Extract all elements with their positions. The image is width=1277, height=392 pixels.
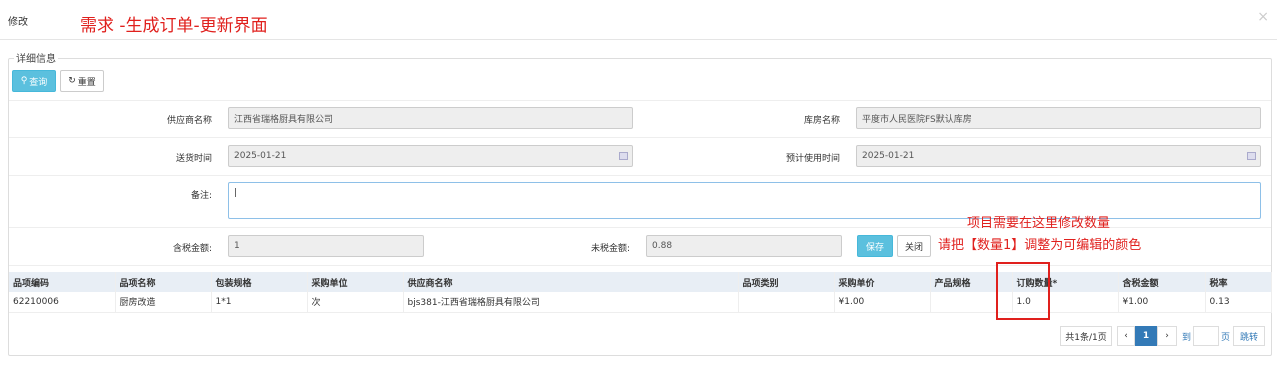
column-header[interactable]: 采购单价: [834, 272, 931, 292]
delivery-time-value: 2025-01-21: [234, 151, 287, 161]
column-header[interactable]: 采购单位: [307, 272, 404, 292]
modal-title: 修改: [8, 17, 28, 28]
remark-label: 备注:: [190, 191, 212, 201]
expected-use-field[interactable]: 2025-01-21: [856, 145, 1261, 167]
tax-included-label: 含税金额:: [172, 244, 212, 254]
modal-header: 修改 需求 -生成订单-更新界面 ×: [0, 0, 1277, 40]
close-button[interactable]: 关闭: [897, 235, 931, 257]
goto-prefix: 到: [1182, 333, 1192, 343]
next-page-button[interactable]: ›: [1157, 326, 1177, 346]
delivery-time-label: 送货时间: [175, 154, 212, 164]
pagination-summary: 共1条/1页: [1060, 326, 1112, 346]
column-header[interactable]: 供应商名称: [403, 272, 739, 292]
tax-included-field[interactable]: 1: [228, 235, 424, 257]
table-cell: ¥1.00: [834, 292, 931, 313]
expected-use-label: 预计使用时间: [785, 154, 840, 164]
table-cell: 1*1: [211, 292, 308, 313]
column-header[interactable]: 品项名称: [115, 272, 212, 292]
search-icon: ⚲: [20, 76, 28, 86]
items-table: 品项编码 品项名称 包装规格 采购单位 供应商名称 品项类别 采购单价 产品规格…: [9, 272, 1272, 313]
refresh-icon: ↻: [68, 76, 76, 86]
table-cell: [738, 292, 835, 313]
calendar-icon[interactable]: [619, 152, 628, 160]
requirement-title: 需求 -生成订单-更新界面: [80, 16, 268, 36]
column-header[interactable]: 包装规格: [211, 272, 308, 292]
warehouse-field[interactable]: 平度市人民医院FS默认库房: [856, 107, 1261, 129]
fieldset-legend: 详细信息: [14, 50, 58, 65]
warehouse-label: 库房名称: [803, 116, 840, 126]
table-cell: 厨房改造: [115, 292, 212, 313]
page-1-button[interactable]: 1: [1135, 326, 1157, 346]
prev-page-button[interactable]: ‹: [1117, 326, 1135, 346]
table-cell: 62210006: [9, 292, 116, 313]
column-header[interactable]: 品项编码: [9, 272, 116, 292]
reset-button-label: 重置: [77, 77, 96, 88]
close-icon[interactable]: ×: [1257, 9, 1269, 25]
delivery-time-field[interactable]: 2025-01-21: [228, 145, 633, 167]
table-cell: 0.13: [1205, 292, 1272, 313]
annotation-line-1: 项目需要在这里修改数量: [967, 216, 1111, 231]
table-header-row: 品项编码 品项名称 包装规格 采购单位 供应商名称 品项类别 采购单价 产品规格…: [9, 272, 1272, 292]
query-button-label: 查询: [29, 77, 48, 88]
expected-use-value: 2025-01-21: [862, 151, 915, 161]
tax-excluded-field[interactable]: 0.88: [646, 235, 842, 257]
table-row[interactable]: 62210006 厨房改造 1*1 次 bjs381-江西省瑞格厨具有限公司 ¥…: [9, 292, 1272, 313]
column-header[interactable]: 税率: [1205, 272, 1272, 292]
tax-excluded-label: 未税金额:: [590, 244, 630, 254]
table-cell: 次: [307, 292, 404, 313]
annotation-line-2: 请把【数量1】调整为可编辑的颜色: [938, 238, 1142, 253]
supplier-field[interactable]: 江西省瑞格厨具有限公司: [228, 107, 633, 129]
query-button[interactable]: ⚲ 查询: [12, 70, 56, 92]
goto-suffix: 页: [1221, 333, 1231, 343]
table-cell: ¥1.00: [1118, 292, 1206, 313]
goto-page-input[interactable]: [1193, 326, 1219, 346]
calendar-icon[interactable]: [1247, 152, 1256, 160]
supplier-label: 供应商名称: [166, 116, 212, 126]
save-button[interactable]: 保存: [857, 235, 893, 257]
highlight-box: [996, 262, 1050, 320]
column-header[interactable]: 含税金额: [1118, 272, 1206, 292]
reset-button[interactable]: ↻ 重置: [60, 70, 104, 92]
table-cell: bjs381-江西省瑞格厨具有限公司: [403, 292, 739, 313]
jump-button[interactable]: 跳转: [1233, 326, 1265, 346]
column-header[interactable]: 品项类别: [738, 272, 835, 292]
text-cursor: |: [234, 188, 238, 198]
